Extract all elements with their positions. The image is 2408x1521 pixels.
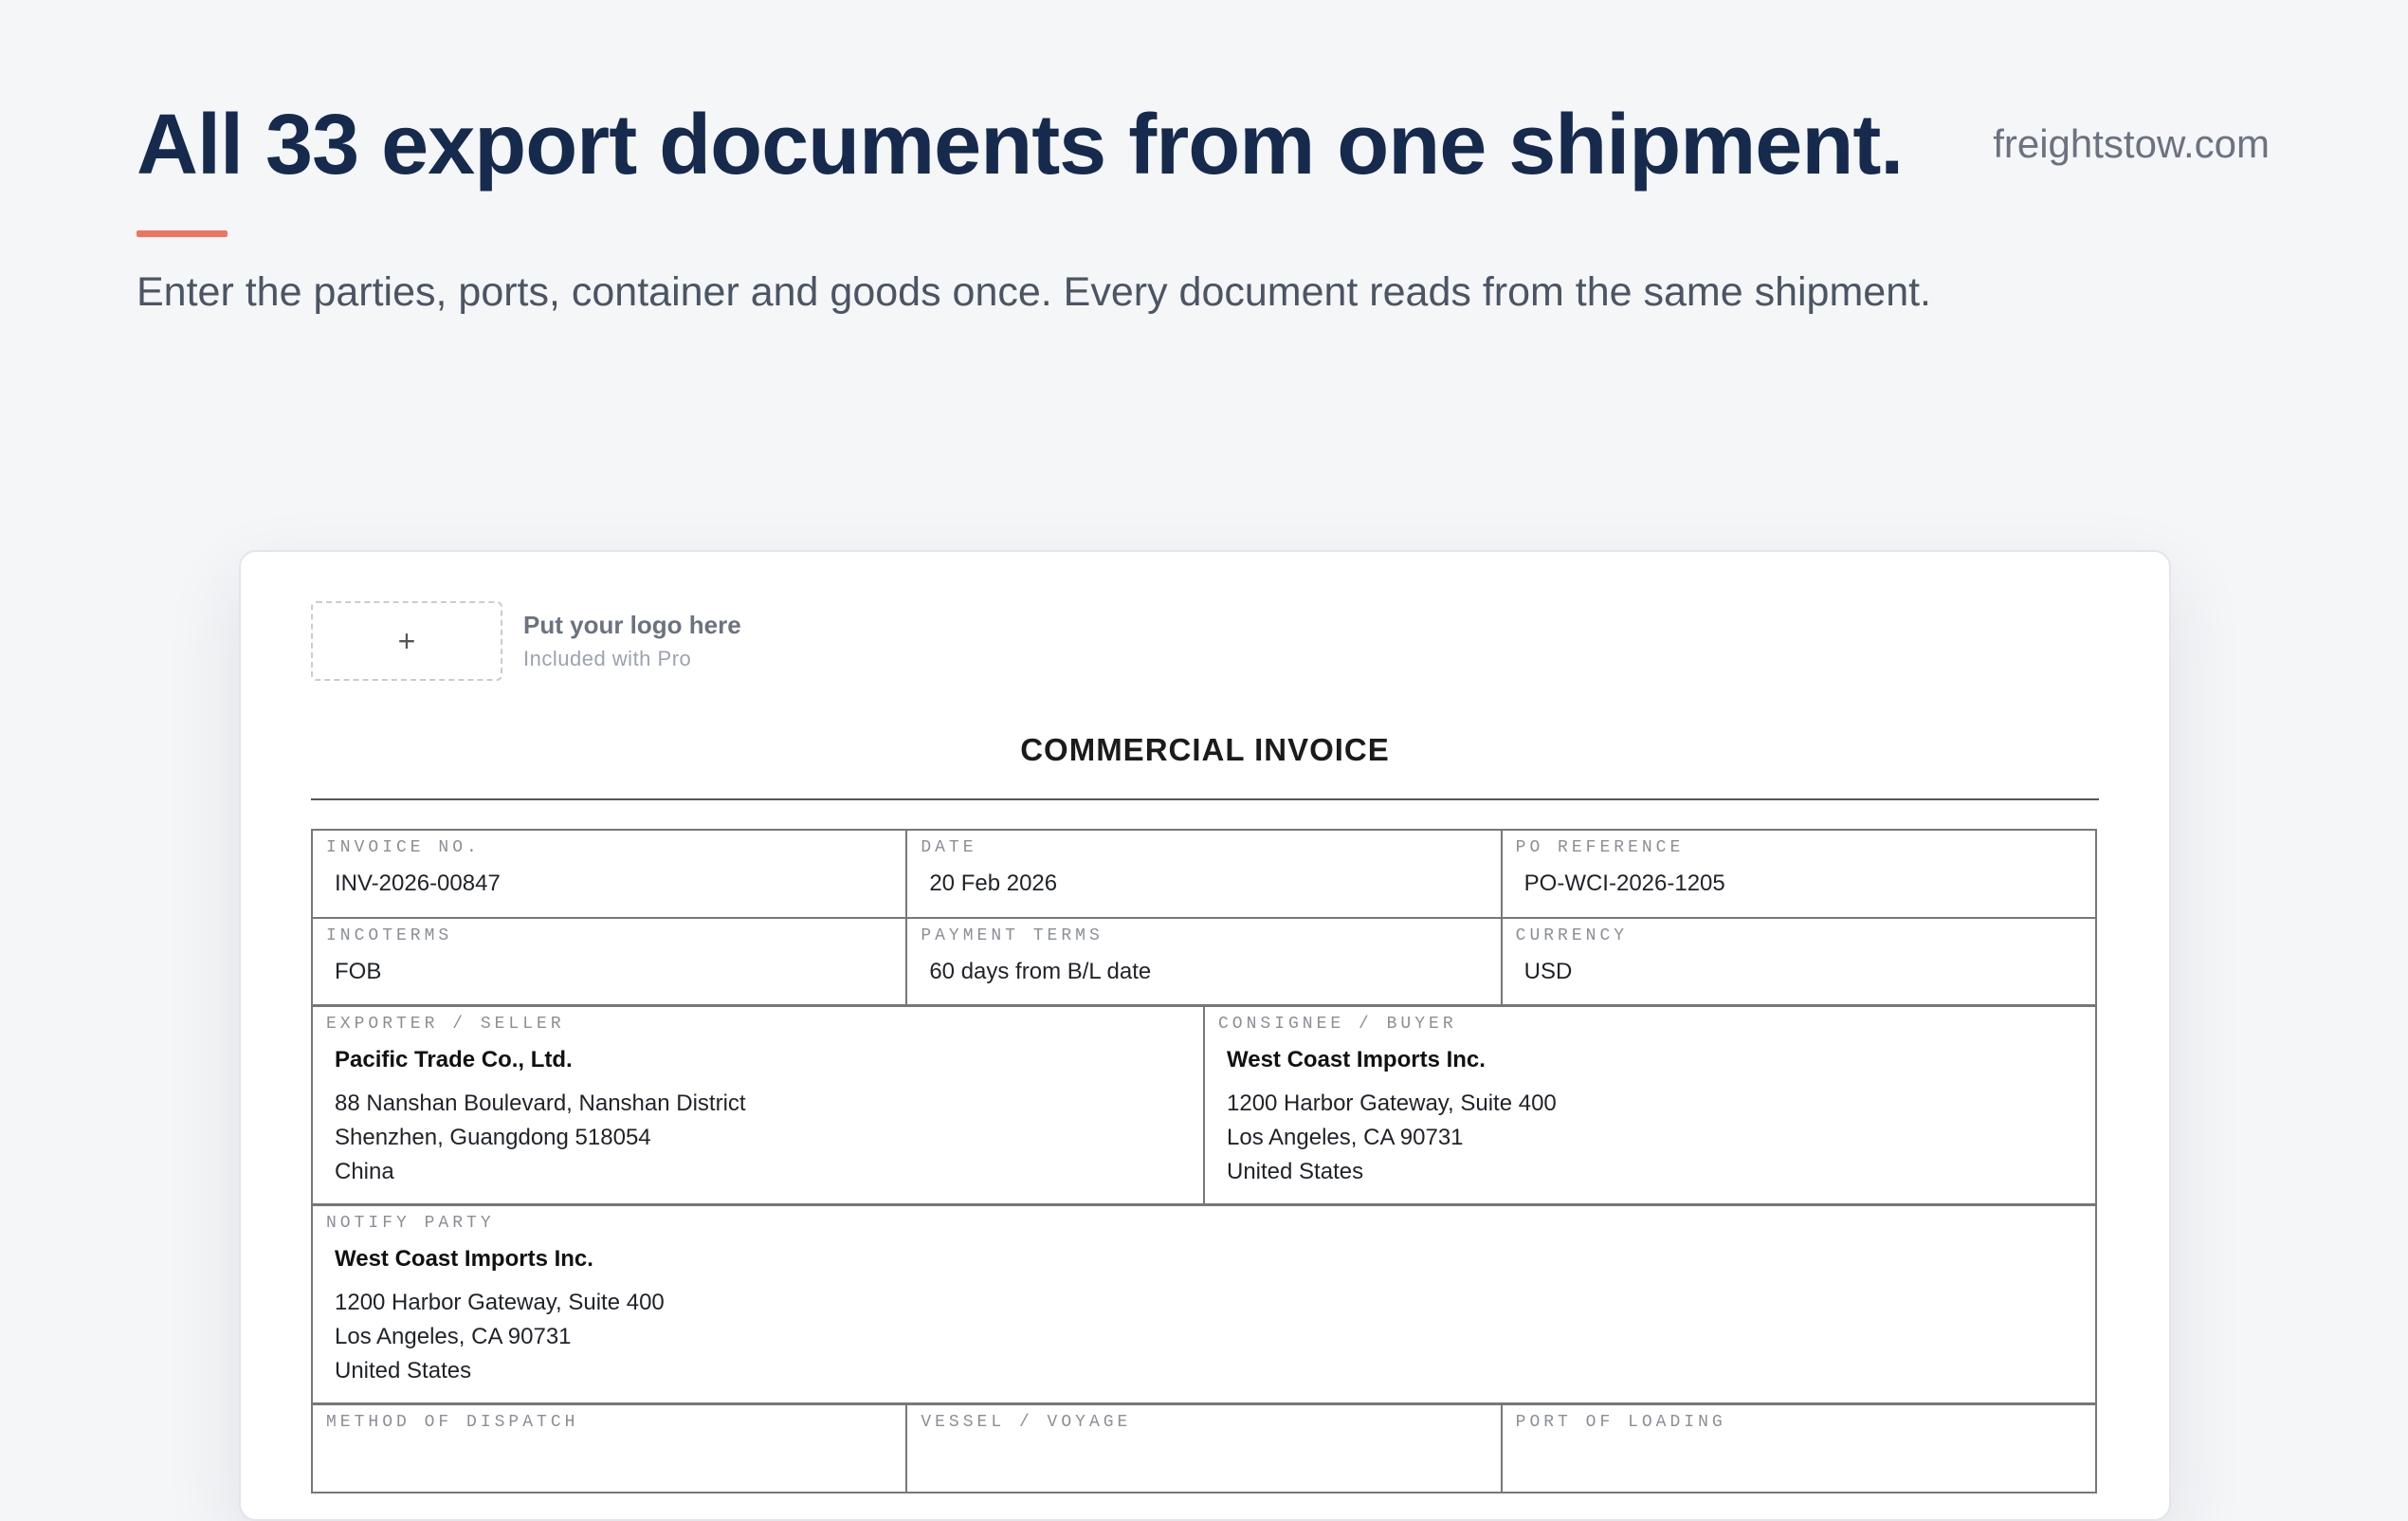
po-reference-cell: PO REFERENCE PO-WCI-2026-1205: [1503, 831, 2097, 917]
address-line: 1200 Harbor Gateway, Suite 400: [335, 1290, 665, 1316]
field-label: METHOD OF DISPATCH: [326, 1413, 579, 1432]
invoice-row-references: INVOICE NO. INV-2026-00847 DATE 20 Feb 2…: [313, 831, 2097, 919]
consignee-name: West Coast Imports Inc.: [1227, 1046, 1486, 1072]
invoice-number-cell: INVOICE NO. INV-2026-00847: [313, 831, 908, 917]
invoice-row-notify: NOTIFY PARTY West Coast Imports Inc. 120…: [313, 1206, 2097, 1405]
field-label: PO REFERENCE: [1515, 838, 1685, 857]
site-link[interactable]: freightstow.com: [1993, 121, 2270, 167]
currency-cell: CURRENCY USD: [1503, 919, 2097, 1004]
plus-icon: +: [397, 623, 416, 658]
incoterms-value: FOB: [335, 958, 382, 984]
subhead: Enter the parties, ports, container and …: [137, 269, 1932, 315]
vessel-voyage-cell: VESSEL / VOYAGE: [907, 1405, 1503, 1492]
logo-slot-text: Put your logo here Included with Pro: [523, 610, 741, 672]
field-label: PAYMENT TERMS: [921, 926, 1104, 945]
notify-party-name: West Coast Imports Inc.: [335, 1245, 593, 1272]
document-title-rule: [311, 798, 2099, 800]
field-label: INCOTERMS: [326, 926, 453, 945]
address-line: 1200 Harbor Gateway, Suite 400: [1227, 1090, 1557, 1117]
headline: All 33 export documents from one shipmen…: [137, 98, 1904, 192]
exporter-address: 88 Nanshan Boulevard, Nanshan District S…: [335, 1087, 1190, 1189]
address-line: United States: [1227, 1159, 1364, 1185]
field-label: DATE: [921, 838, 977, 857]
dispatch-method-cell: METHOD OF DISPATCH: [313, 1405, 908, 1492]
invoice-grid: INVOICE NO. INV-2026-00847 DATE 20 Feb 2…: [311, 829, 2097, 1494]
field-label: CONSIGNEE / BUYER: [1218, 1015, 1457, 1034]
notify-party-cell: NOTIFY PARTY West Coast Imports Inc. 120…: [313, 1206, 2097, 1402]
po-reference-value: PO-WCI-2026-1205: [1523, 870, 1725, 896]
field-label: CURRENCY: [1515, 926, 1629, 945]
field-label: EXPORTER / SELLER: [326, 1015, 565, 1034]
field-label: PORT OF LOADING: [1515, 1413, 1726, 1432]
payment-terms-value: 60 days from B/L date: [929, 958, 1152, 984]
currency-value: USD: [1523, 958, 1573, 984]
consignee-address: 1200 Harbor Gateway, Suite 400 Los Angel…: [1227, 1087, 2082, 1189]
date-value: 20 Feb 2026: [929, 870, 1058, 896]
logo-slot-title: Put your logo here: [523, 610, 741, 639]
invoice-row-dispatch: METHOD OF DISPATCH VESSEL / VOYAGE PORT …: [313, 1405, 2097, 1494]
logo-slot: + Put your logo here Included with Pro: [311, 601, 741, 681]
payment-terms-cell: PAYMENT TERMS 60 days from B/L date: [907, 919, 1503, 1004]
field-label: INVOICE NO.: [326, 838, 481, 857]
notify-party-address: 1200 Harbor Gateway, Suite 400 Los Angel…: [335, 1286, 2082, 1388]
incoterms-cell: INCOTERMS FOB: [313, 919, 908, 1004]
field-label: VESSEL / VOYAGE: [921, 1413, 1132, 1432]
date-cell: DATE 20 Feb 2026: [907, 831, 1503, 917]
document-preview-card: + Put your logo here Included with Pro C…: [239, 550, 2171, 1521]
logo-upload-box[interactable]: +: [311, 601, 502, 681]
port-of-loading-cell: PORT OF LOADING: [1503, 1405, 2097, 1492]
consignee-cell: CONSIGNEE / BUYER West Coast Imports Inc…: [1205, 1007, 2097, 1203]
address-line: 88 Nanshan Boulevard, Nanshan District: [335, 1090, 746, 1117]
address-line: Los Angeles, CA 90731: [1227, 1125, 1464, 1151]
address-line: United States: [335, 1358, 472, 1384]
field-label: NOTIFY PARTY: [326, 1214, 495, 1233]
invoice-row-parties: EXPORTER / SELLER Pacific Trade Co., Ltd…: [313, 1007, 2097, 1206]
address-line: China: [335, 1159, 394, 1185]
document-title: COMMERCIAL INVOICE: [1020, 732, 1390, 767]
logo-slot-note: Included with Pro: [523, 646, 692, 670]
address-line: Shenzhen, Guangdong 518054: [335, 1125, 651, 1151]
accent-rule: [137, 230, 228, 237]
exporter-name: Pacific Trade Co., Ltd.: [335, 1046, 573, 1072]
exporter-cell: EXPORTER / SELLER Pacific Trade Co., Ltd…: [313, 1007, 1205, 1203]
invoice-row-terms: INCOTERMS FOB PAYMENT TERMS 60 days from…: [313, 919, 2097, 1007]
invoice-number-value: INV-2026-00847: [335, 870, 501, 896]
address-line: Los Angeles, CA 90731: [335, 1324, 572, 1350]
